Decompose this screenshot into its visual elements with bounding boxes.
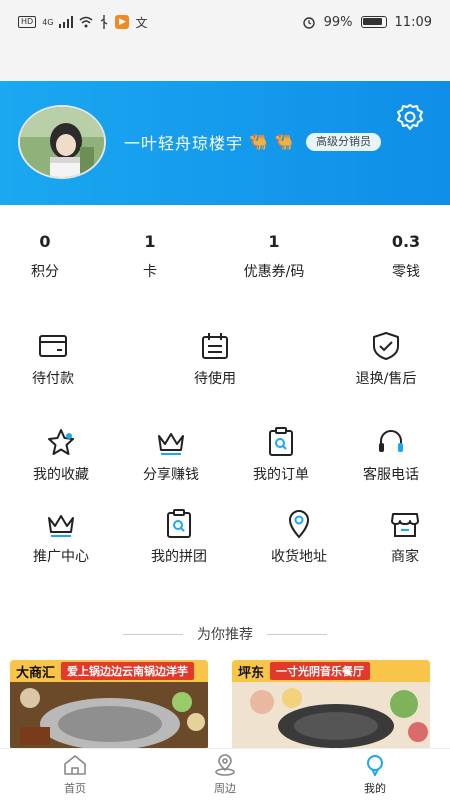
group-search-icon <box>167 509 191 538</box>
avatar-image <box>20 107 104 177</box>
battery-percent: 99% <box>323 14 353 30</box>
service-label: 客服电话 <box>363 467 419 483</box>
card-title: 一寸光阴音乐餐厅 <box>270 662 371 680</box>
card-banner: 大商汇 爱上锅边边云南锅边洋芋 <box>10 660 208 682</box>
bottom-nav: 首页 周边 我的 <box>0 748 450 800</box>
hd-badge: HD <box>18 16 37 28</box>
service-label: 我的订单 <box>253 467 309 483</box>
divider <box>267 633 327 635</box>
order-label: 待使用 <box>194 371 236 387</box>
usb-icon <box>101 15 108 29</box>
username-text: 一叶轻舟琼楼宇 <box>124 134 244 153</box>
stat-cards[interactable]: 1 卡 <box>140 232 160 281</box>
order-to-use[interactable]: 待使用 <box>182 330 248 388</box>
translate-icon: 文 <box>135 15 148 30</box>
nav-profile[interactable]: 我的 <box>300 749 450 800</box>
avatar[interactable] <box>18 105 106 179</box>
battery-icon <box>360 16 387 28</box>
app-notification-icon: ▶ <box>115 15 130 29</box>
stat-value: 0.3 <box>391 232 421 251</box>
stat-label: 卡 <box>143 264 157 280</box>
divider <box>123 633 183 635</box>
stats-row: 0 积分 1 卡 1 优惠券/码 0.3 零钱 <box>0 232 450 292</box>
location-icon <box>288 510 310 539</box>
level-badge: 高级分销员 <box>306 133 381 151</box>
order-after-sale[interactable]: 退换/售后 <box>346 330 426 388</box>
service-group-buy[interactable]: 我的拼团 <box>146 508 212 566</box>
card-title: 爱上锅边边云南锅边洋芋 <box>61 662 195 680</box>
order-pending-payment[interactable]: 待付款 <box>20 330 86 388</box>
food-image <box>10 682 208 750</box>
nearby-icon <box>215 753 235 776</box>
recommend-card[interactable]: 大商汇 爱上锅边边云南锅边洋芋 <box>10 660 208 750</box>
service-my-orders[interactable]: 我的订单 <box>248 426 314 484</box>
service-label: 收货地址 <box>271 549 327 565</box>
order-label: 待付款 <box>32 371 74 387</box>
headset-icon <box>379 430 403 452</box>
service-label: 商家 <box>391 549 419 565</box>
card-tag: 大商汇 <box>16 665 56 681</box>
recommend-card[interactable]: 坪东 一寸光阴音乐餐厅 <box>232 660 430 750</box>
wifi-icon <box>80 16 93 28</box>
camel-icon: 🐫 <box>274 133 295 151</box>
stat-value: 1 <box>268 232 280 251</box>
status-right: 99% 11:09 <box>302 15 432 30</box>
service-label: 我的收藏 <box>33 467 89 483</box>
stat-label: 优惠券/码 <box>243 264 305 280</box>
shield-check-icon <box>373 332 399 360</box>
stat-coupons[interactable]: 1 优惠券/码 <box>236 232 312 281</box>
service-merchant[interactable]: 商家 <box>372 508 438 566</box>
nav-nearby[interactable]: 周边 <box>150 749 300 800</box>
settings-gear-icon[interactable] <box>394 101 426 133</box>
profile-header: 一叶轻舟琼楼宇 🐫 🐫 高级分销员 <box>0 81 450 205</box>
service-share-earn[interactable]: 分享赚钱 <box>138 426 204 484</box>
nav-label: 首页 <box>64 781 86 795</box>
header-spacer <box>0 44 450 81</box>
alarm-icon <box>302 17 315 29</box>
nav-home[interactable]: 首页 <box>0 749 150 800</box>
star-icon <box>48 429 74 455</box>
store-icon <box>391 513 419 537</box>
status-bar: HD 4G ▶ 文 99% 11:09 <box>0 0 450 44</box>
stat-points[interactable]: 0 积分 <box>30 232 60 281</box>
service-hotline[interactable]: 客服电话 <box>358 426 424 484</box>
status-left: HD 4G ▶ 文 <box>18 14 148 31</box>
signal-icon <box>59 16 74 28</box>
stat-label: 积分 <box>31 264 59 280</box>
service-label: 我的拼团 <box>151 549 207 565</box>
service-address[interactable]: 收货地址 <box>266 508 332 566</box>
stat-value: 0 <box>39 232 51 251</box>
nav-label: 我的 <box>364 781 386 795</box>
card-banner: 坪东 一寸光阴音乐餐厅 <box>232 660 430 682</box>
network-label: 4G <box>42 17 54 27</box>
card-tag: 坪东 <box>238 665 265 681</box>
service-label: 分享赚钱 <box>143 467 199 483</box>
stat-balance[interactable]: 0.3 零钱 <box>386 232 426 281</box>
service-label: 推广中心 <box>33 549 89 565</box>
crown-icon <box>48 515 74 537</box>
stat-label: 零钱 <box>392 264 420 280</box>
service-promotion-center[interactable]: 推广中心 <box>28 508 94 566</box>
wallet-icon <box>39 335 67 357</box>
recommend-header: 为你推荐 <box>0 624 450 644</box>
clock: 11:09 <box>394 14 432 30</box>
profile-icon <box>367 754 383 776</box>
home-icon <box>64 754 86 775</box>
camel-icon: 🐫 <box>249 133 269 151</box>
service-favorites[interactable]: 我的收藏 <box>28 426 94 484</box>
food-image <box>232 682 430 750</box>
calendar-icon <box>202 333 228 359</box>
crown-icon <box>158 433 184 455</box>
stat-value: 1 <box>144 232 156 251</box>
username: 一叶轻舟琼楼宇 🐫 🐫 <box>124 130 294 154</box>
nav-label: 周边 <box>214 781 236 795</box>
order-label: 退换/售后 <box>355 371 417 387</box>
recommend-title: 为你推荐 <box>197 627 253 643</box>
order-search-icon <box>269 427 293 456</box>
